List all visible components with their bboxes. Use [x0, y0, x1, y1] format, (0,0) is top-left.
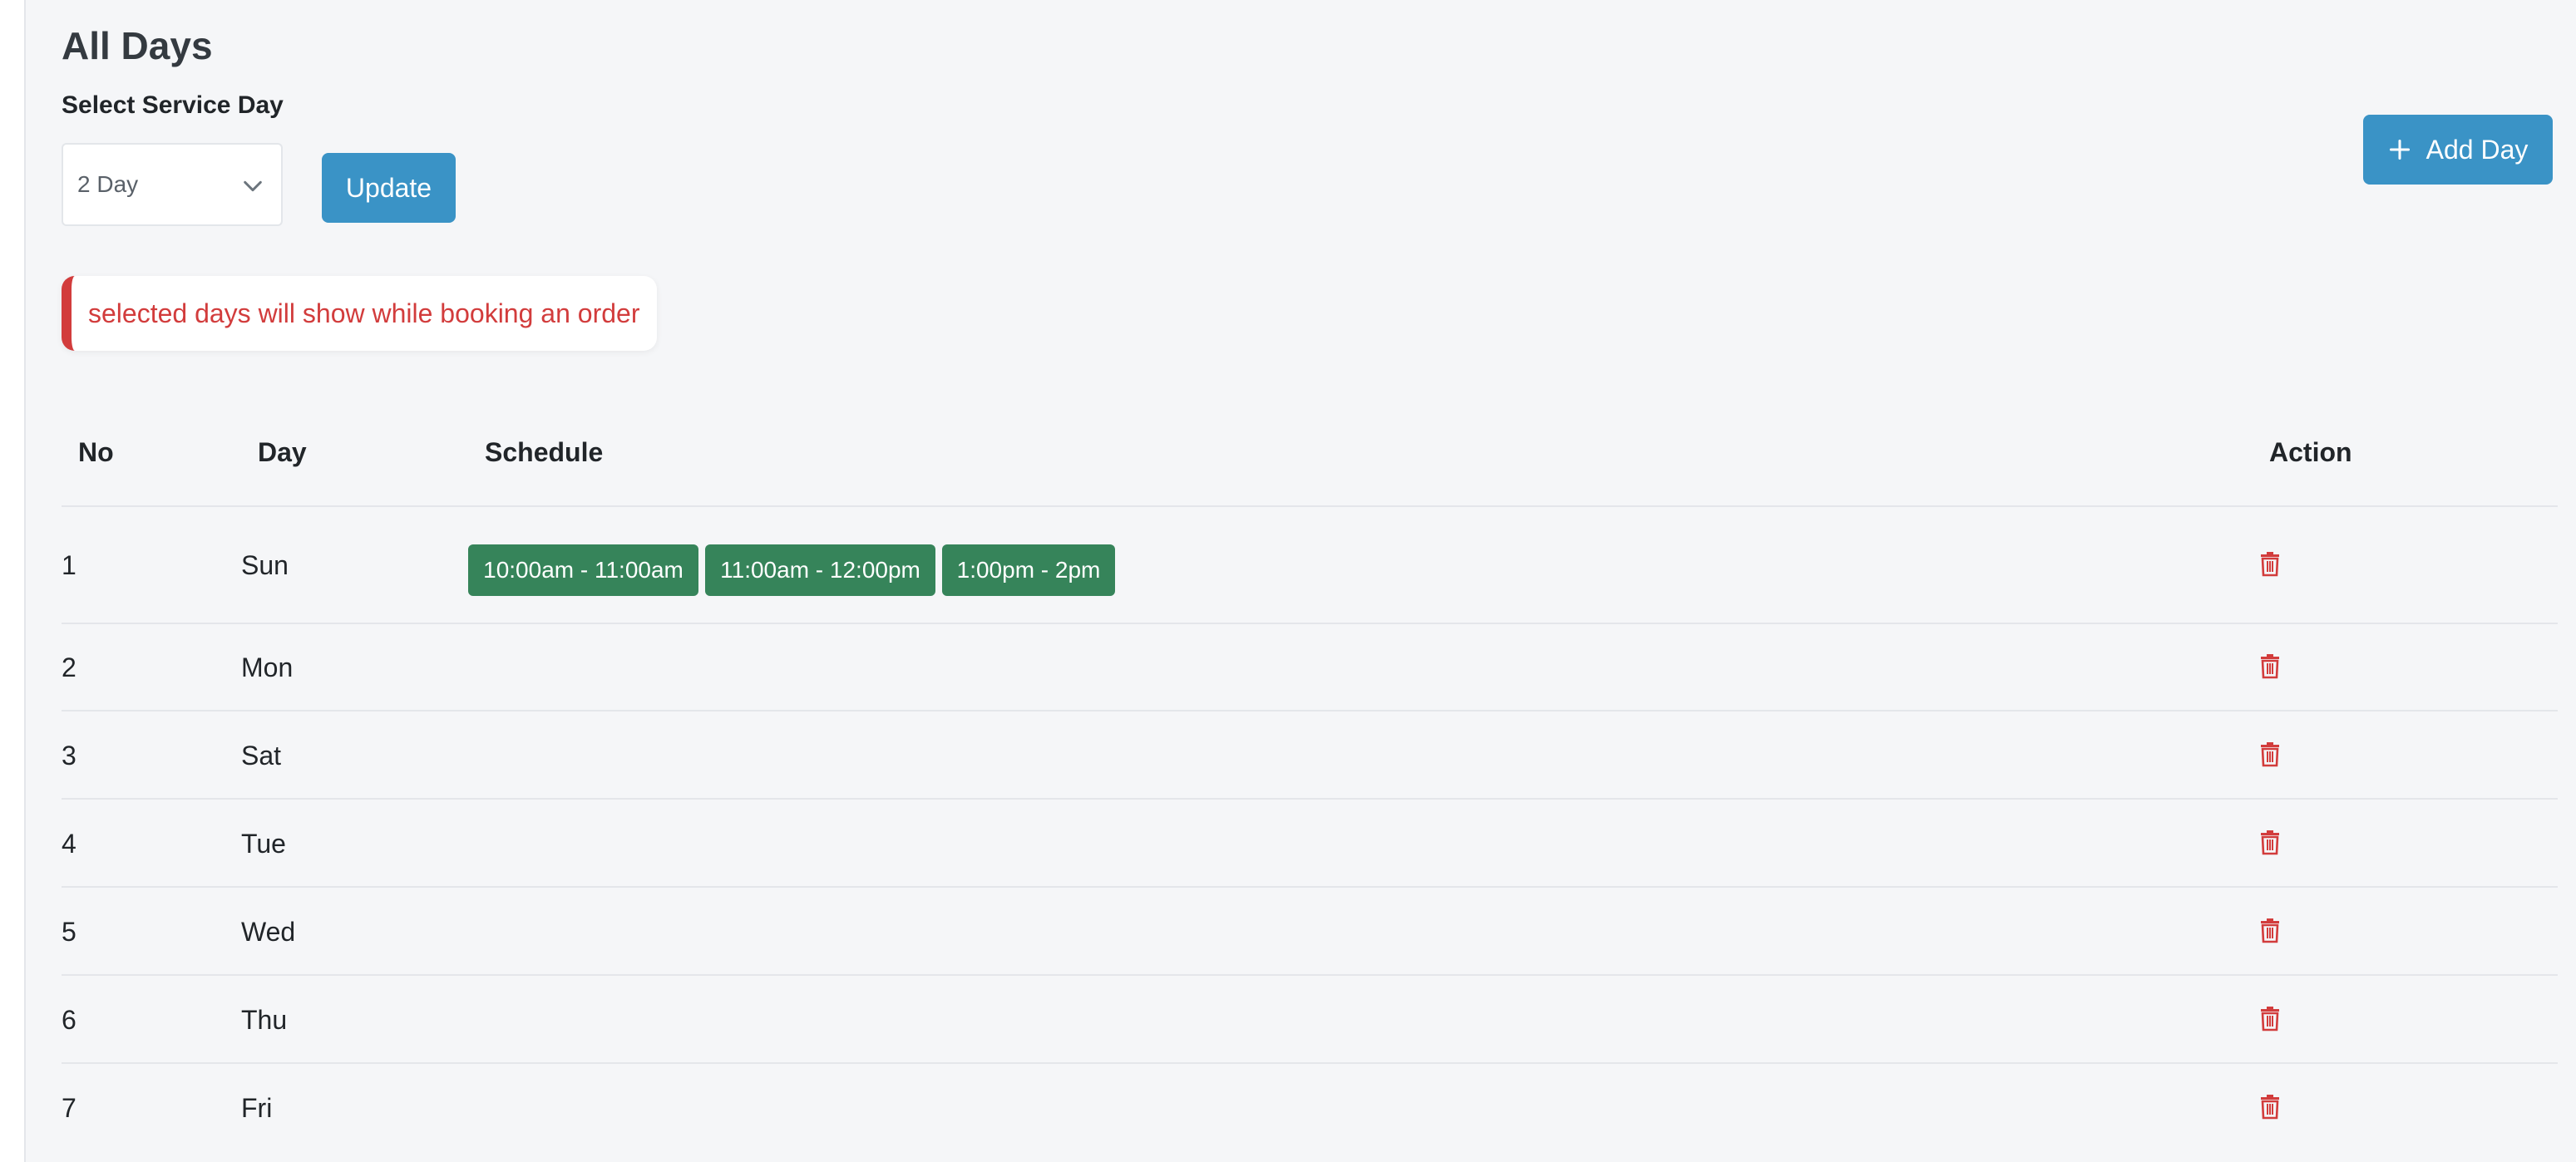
- trash-icon[interactable]: [2259, 550, 2281, 577]
- row-number: 2: [62, 652, 76, 682]
- row-day: Fri: [241, 1093, 273, 1123]
- chevron-down-icon: [244, 180, 262, 192]
- add-day-button[interactable]: Add Day: [2363, 115, 2553, 185]
- row-day: Sat: [241, 741, 282, 771]
- trash-icon[interactable]: [2259, 652, 2281, 679]
- select-service-day-label: Select Service Day: [62, 91, 284, 119]
- schedule-slot-badge: 11:00am - 12:00pm: [705, 544, 935, 596]
- trash-icon[interactable]: [2259, 1005, 2281, 1032]
- plus-icon: [2389, 139, 2410, 160]
- column-header-action: Action: [2269, 437, 2352, 467]
- row-divider: [62, 710, 2558, 711]
- row-number: 6: [62, 1005, 76, 1035]
- row-day: Mon: [241, 652, 294, 682]
- service-day-select[interactable]: 2 Day: [62, 143, 283, 226]
- service-day-selected-value: 2 Day: [77, 171, 139, 197]
- trash-icon[interactable]: [2259, 917, 2281, 943]
- row-number: 1: [62, 550, 76, 580]
- add-day-label: Add Day: [2425, 134, 2529, 165]
- row-divider: [62, 974, 2558, 976]
- row-day: Wed: [241, 917, 296, 947]
- row-divider: [62, 1062, 2558, 1064]
- row-number: 3: [62, 741, 76, 771]
- row-divider: [62, 623, 2558, 624]
- row-number: 5: [62, 917, 76, 947]
- row-number: 7: [62, 1093, 76, 1123]
- row-day: Thu: [241, 1005, 288, 1035]
- header-divider: [62, 505, 2558, 507]
- trash-icon[interactable]: [2259, 1093, 2281, 1120]
- alert-text: selected days will show while booking an…: [88, 298, 640, 328]
- page-title: All Days: [62, 24, 213, 67]
- column-header-day: Day: [258, 437, 307, 467]
- row-number: 4: [62, 829, 76, 859]
- trash-icon[interactable]: [2259, 829, 2281, 855]
- sidebar-edge: [0, 0, 26, 1162]
- row-divider: [62, 798, 2558, 800]
- row-day: Sun: [241, 550, 289, 580]
- trash-icon[interactable]: [2259, 741, 2281, 767]
- schedule-slot-badge: 10:00am - 11:00am: [468, 544, 698, 596]
- update-button[interactable]: Update: [322, 153, 456, 223]
- column-header-schedule: Schedule: [485, 437, 604, 467]
- column-header-no: No: [78, 437, 114, 467]
- schedule-slot-badge: 1:00pm - 2pm: [942, 544, 1115, 596]
- info-alert: selected days will show while booking an…: [62, 276, 657, 351]
- row-day: Tue: [241, 829, 286, 859]
- row-divider: [62, 886, 2558, 888]
